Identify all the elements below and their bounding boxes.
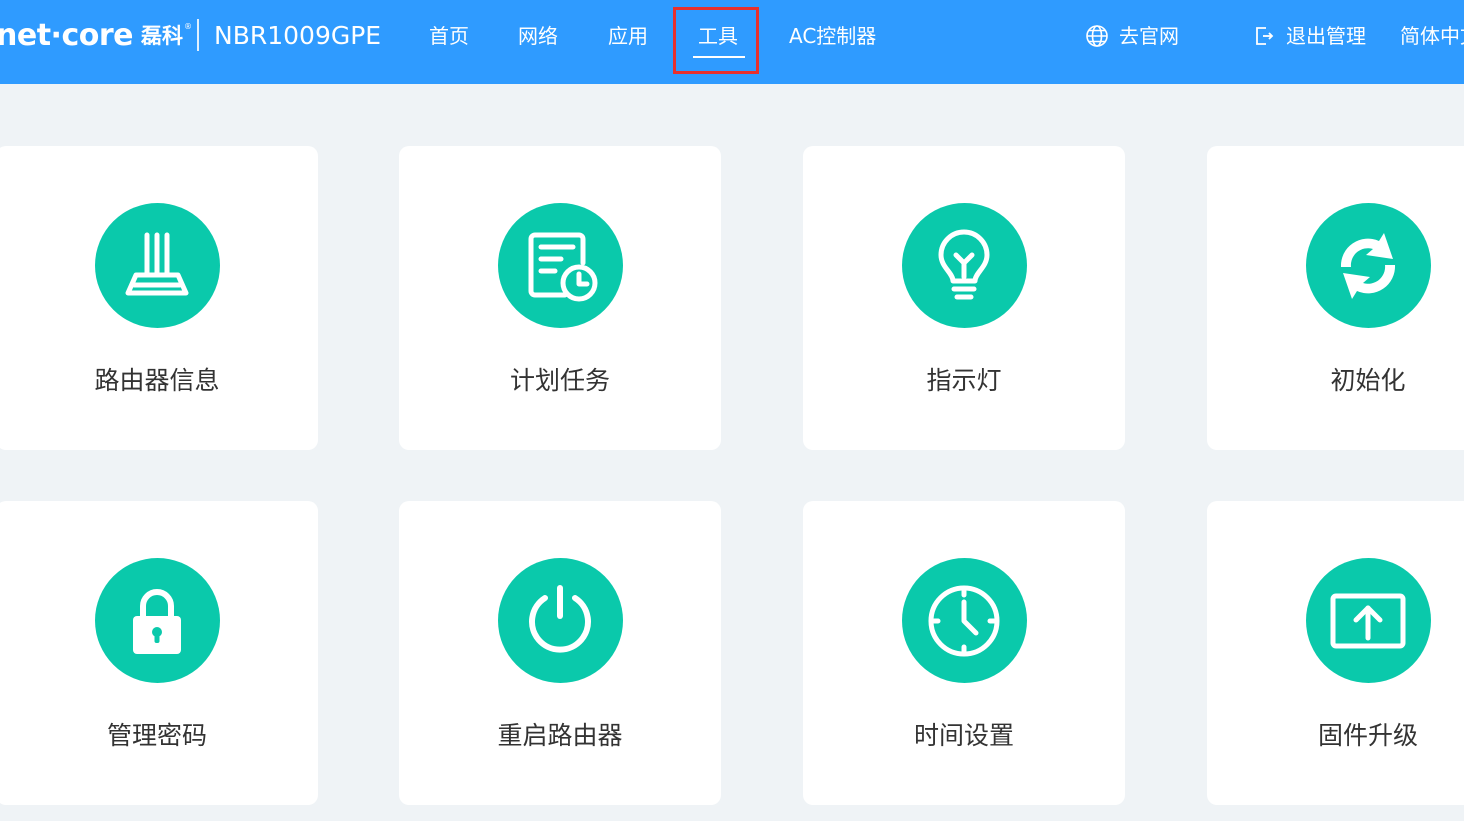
tool-card-icon-bg bbox=[497, 203, 623, 328]
brand-logo-text: net·core bbox=[0, 18, 133, 53]
brand-divider bbox=[197, 19, 199, 51]
brand-logo[interactable]: net·core 磊科 ® bbox=[0, 14, 192, 58]
nav-apps[interactable]: 应用 bbox=[608, 20, 648, 52]
logout-link[interactable]: 退出管理 bbox=[1252, 20, 1366, 52]
lock-icon bbox=[133, 588, 181, 654]
tool-card-label: 重启路由器 bbox=[497, 721, 623, 750]
scheduled-task-icon bbox=[528, 232, 598, 301]
tool-card-icon-bg bbox=[901, 203, 1027, 328]
tool-card-firmware-upgrade[interactable]: 固件升级 bbox=[1207, 501, 1464, 805]
nav-network[interactable]: 网络 bbox=[518, 20, 558, 52]
brand-registered-mark: ® bbox=[183, 21, 192, 31]
tool-card-icon-bg bbox=[497, 558, 623, 683]
brand-logo-cn: 磊科 bbox=[140, 24, 183, 48]
nav-ac-controller[interactable]: AC控制器 bbox=[789, 20, 876, 52]
tool-card-initialize[interactable]: 初始化 bbox=[1207, 146, 1464, 450]
language-selector[interactable]: 简体中文 bbox=[1400, 20, 1464, 52]
tool-card-time-settings[interactable]: 时间设置 bbox=[803, 501, 1125, 805]
tool-card-icon-bg bbox=[94, 558, 220, 683]
tool-card-icon-bg bbox=[94, 203, 220, 328]
device-model: NBR1009GPE bbox=[214, 21, 382, 50]
logout-icon bbox=[1256, 27, 1274, 45]
tool-card-label: 路由器信息 bbox=[94, 366, 220, 395]
nav-active-underline bbox=[693, 56, 745, 58]
tool-card-admin-password[interactable]: 管理密码 bbox=[0, 501, 318, 805]
nav-active-highlight bbox=[673, 7, 759, 74]
tool-card-label: 时间设置 bbox=[913, 721, 1014, 750]
clock-icon bbox=[928, 585, 1000, 656]
tool-card-label: 计划任务 bbox=[509, 366, 610, 395]
globe-icon bbox=[1086, 25, 1108, 47]
tool-card-scheduled-task[interactable]: 计划任务 bbox=[399, 146, 721, 450]
upload-icon bbox=[1330, 593, 1406, 648]
tool-card-icon-bg bbox=[1305, 558, 1431, 683]
tool-card-icon-bg bbox=[901, 558, 1027, 683]
reset-icon bbox=[1340, 232, 1396, 299]
official-site-link[interactable]: 去官网 bbox=[1085, 20, 1179, 52]
tool-card-reboot-router[interactable]: 重启路由器 bbox=[399, 501, 721, 805]
tool-card-label: 指示灯 bbox=[926, 366, 1002, 395]
tool-card-router-info[interactable]: 路由器信息 bbox=[0, 146, 318, 450]
nav-home[interactable]: 首页 bbox=[429, 20, 469, 52]
language-label: 简体中文 bbox=[1400, 24, 1464, 48]
tool-card-icon-bg bbox=[1305, 203, 1431, 328]
lightbulb-icon bbox=[938, 229, 990, 299]
tool-card-label: 固件升级 bbox=[1317, 721, 1418, 750]
tool-card-indicator-light[interactable]: 指示灯 bbox=[803, 146, 1125, 450]
official-site-label: 去官网 bbox=[1119, 24, 1179, 48]
logout-label: 退出管理 bbox=[1286, 24, 1366, 48]
tool-card-label: 管理密码 bbox=[106, 721, 207, 750]
power-icon bbox=[529, 584, 591, 653]
top-navigation-bar: net·core 磊科 ® NBR1009GPE 首页 网络 应用 工具 AC控… bbox=[0, 0, 1464, 84]
router-icon bbox=[125, 232, 189, 295]
tool-card-label: 初始化 bbox=[1330, 366, 1406, 395]
